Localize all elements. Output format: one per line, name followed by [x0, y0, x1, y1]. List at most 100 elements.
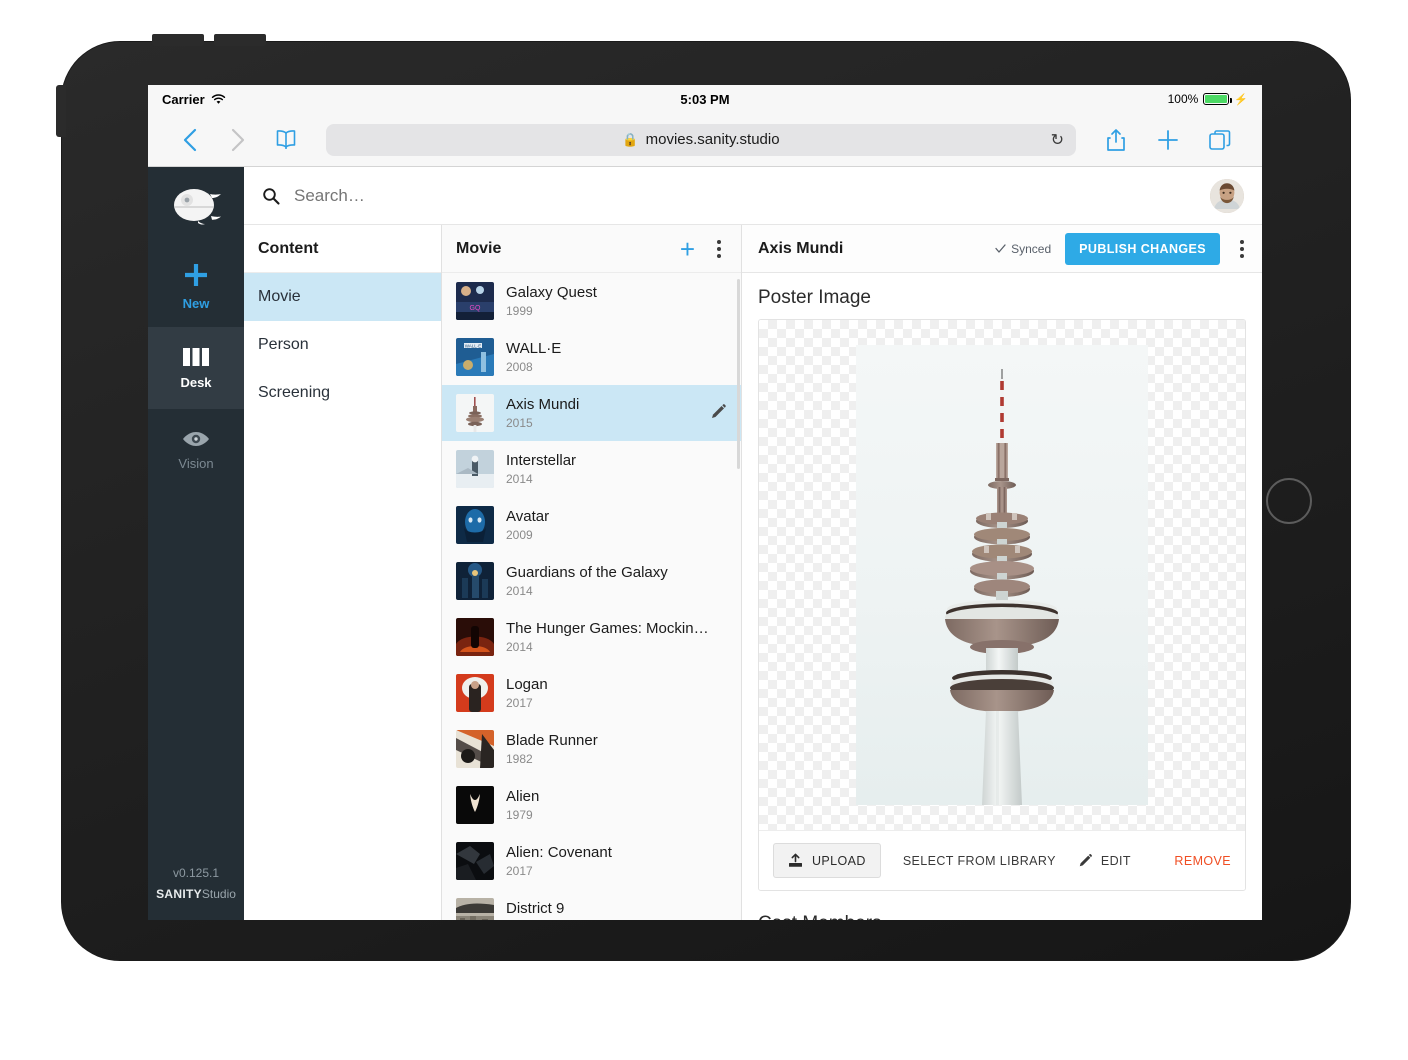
upload-button[interactable]: UPLOAD: [773, 843, 881, 878]
avatar[interactable]: [1210, 179, 1244, 213]
movie-title: Avatar: [506, 508, 727, 527]
forward-button[interactable]: [214, 128, 262, 152]
book-icon: [272, 128, 300, 152]
browser-actions: [1092, 128, 1244, 152]
studio-panes: Content Movie Person Screening: [244, 225, 1262, 920]
new-tab-button[interactable]: [1144, 129, 1192, 151]
list-item[interactable]: The Hunger Games: Mockin… 2014: [442, 609, 741, 665]
edit-image-button[interactable]: EDIT: [1078, 853, 1131, 868]
upload-icon: [788, 853, 803, 868]
svg-text:GQ: GQ: [470, 305, 481, 312]
select-from-library-label: SELECT FROM LIBRARY: [903, 854, 1056, 868]
movie-year: 2017: [506, 864, 727, 878]
edit-label: EDIT: [1101, 854, 1131, 868]
movie-year: 2015: [506, 416, 692, 430]
screenshot-root: Carrier 5:03 PM 100% ⚡: [0, 0, 1408, 1060]
image-preview-area[interactable]: [759, 320, 1245, 830]
content-pane-title: Content: [244, 225, 441, 273]
list-item[interactable]: Avatar 2009: [442, 497, 741, 553]
chevron-right-icon: [231, 128, 245, 152]
editor-header: Axis Mundi Synced PUBLISH CHANGES: [742, 225, 1262, 273]
editor-body[interactable]: Poster Image: [742, 273, 1262, 920]
publish-changes-button[interactable]: PUBLISH CHANGES: [1065, 233, 1220, 265]
list-item[interactable]: District 9 2009: [442, 889, 741, 920]
content-item-screening[interactable]: Screening: [244, 369, 441, 417]
content-item-label: Movie: [258, 288, 301, 306]
sanity-brand: SANITYStudio: [148, 884, 244, 904]
bolt-icon: ⚡: [1234, 93, 1248, 106]
sync-status-label: Synced: [1011, 242, 1051, 256]
add-movie-button[interactable]: +: [680, 236, 695, 262]
sidebar-item-vision[interactable]: Vision: [148, 409, 244, 491]
movie-year: 1979: [506, 808, 727, 822]
list-item[interactable]: Guardians of the Galaxy 2014: [442, 553, 741, 609]
status-badge: Synced: [995, 242, 1051, 256]
sidebar-item-desk[interactable]: Desk: [148, 327, 244, 409]
back-button[interactable]: [166, 128, 214, 152]
ios-status-bar: Carrier 5:03 PM 100% ⚡: [148, 85, 1262, 113]
death-star-logo[interactable]: [148, 167, 244, 245]
content-item-movie[interactable]: Movie: [244, 273, 441, 321]
home-button[interactable]: [1266, 478, 1312, 524]
content-item-label: Person: [258, 336, 309, 354]
studio-layout: New Desk: [148, 167, 1262, 920]
lock-icon: 🔒: [622, 132, 638, 148]
address-bar[interactable]: 🔒 movies.sanity.studio ↻: [326, 124, 1076, 156]
list-item[interactable]: Alien 1979: [442, 777, 741, 833]
remove-image-button[interactable]: REMOVE: [1174, 854, 1231, 868]
bookmarks-button[interactable]: [262, 128, 310, 152]
tablet-screen: Carrier 5:03 PM 100% ⚡: [148, 85, 1262, 920]
movie-year: 2008: [506, 360, 727, 374]
list-item[interactable]: WALL·E WALL·E 2008: [442, 329, 741, 385]
movie-title: Interstellar: [506, 452, 727, 471]
list-item[interactable]: Blade Runner 1982: [442, 721, 741, 777]
status-time: 5:03 PM: [148, 92, 1262, 107]
editor-menu-button[interactable]: [1234, 238, 1250, 260]
list-item[interactable]: Logan 2017: [442, 665, 741, 721]
list-item[interactable]: Alien: Covenant 2017: [442, 833, 741, 889]
select-from-library-button[interactable]: SELECT FROM LIBRARY: [903, 854, 1056, 868]
app-rail: New Desk: [148, 167, 244, 920]
wifi-icon: [211, 94, 226, 105]
share-button[interactable]: [1092, 128, 1140, 152]
movie-list-header: Movie +: [442, 225, 741, 273]
columns-icon: [182, 346, 210, 368]
show-tabs-button[interactable]: [1196, 128, 1244, 152]
movie-year: 1982: [506, 752, 727, 766]
death-star-icon: [170, 185, 222, 227]
movie-title: Guardians of the Galaxy: [506, 564, 727, 583]
volume-up-button[interactable]: [152, 34, 204, 46]
status-carrier-group: Carrier: [162, 92, 226, 107]
search-input[interactable]: [294, 186, 1196, 206]
movie-year: 2014: [506, 640, 727, 654]
sidebar-item-label: New: [183, 296, 210, 311]
movie-year: 2009: [506, 528, 727, 542]
movie-thumbnail: [456, 898, 494, 920]
movie-list-title: Movie: [456, 240, 501, 258]
svg-text:WALL·E: WALL·E: [465, 343, 482, 348]
studio-version: v0.125.1: [148, 863, 244, 883]
list-item[interactable]: GQ Galaxy Quest 1999: [442, 273, 741, 329]
battery-percent-label: 100%: [1168, 92, 1199, 106]
list-item[interactable]: Interstellar 2014: [442, 441, 741, 497]
movie-thumbnail: [456, 730, 494, 768]
image-action-bar: UPLOAD SELECT FROM LIBRARY: [759, 830, 1245, 890]
side-button[interactable]: [56, 85, 66, 137]
movie-title: The Hunger Games: Mockin…: [506, 620, 727, 639]
list-item[interactable]: Axis Mundi 2015: [442, 385, 741, 441]
movie-title: Galaxy Quest: [506, 284, 727, 303]
edit-movie-button[interactable]: [710, 403, 727, 424]
movie-title: Blade Runner: [506, 732, 727, 751]
content-item-person[interactable]: Person: [244, 321, 441, 369]
volume-down-button[interactable]: [214, 34, 266, 46]
movie-year: 2014: [506, 472, 727, 486]
sidebar-item-new[interactable]: New: [148, 245, 244, 327]
movie-list-scroll[interactable]: GQ Galaxy Quest 1999 WALL·E: [442, 273, 741, 920]
browser-toolbar: 🔒 movies.sanity.studio ↻: [148, 113, 1262, 167]
movie-list-scrollbar[interactable]: [737, 279, 740, 469]
movie-list-menu-button[interactable]: [711, 238, 727, 260]
brand-bold: SANITY: [156, 887, 202, 901]
document-editor-pane: Axis Mundi Synced PUBLISH CHANGES: [742, 225, 1262, 920]
reload-icon[interactable]: ↻: [1051, 130, 1064, 150]
studio-content-area: Content Movie Person Screening: [244, 167, 1262, 920]
